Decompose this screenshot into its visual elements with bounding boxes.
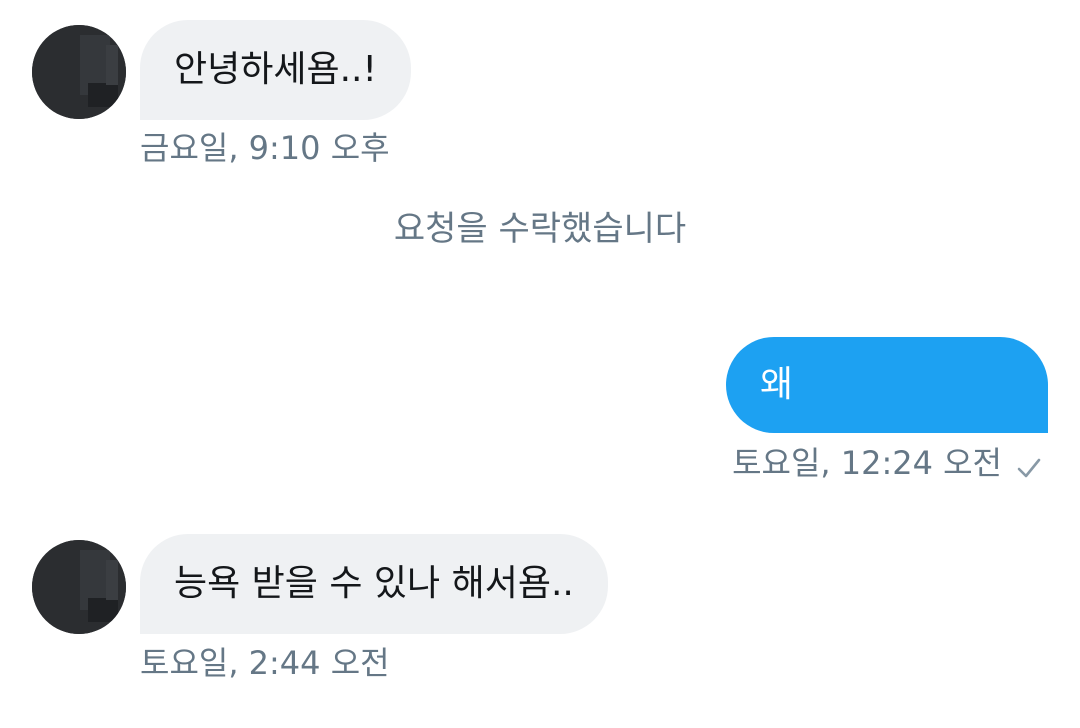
message-bubble-incoming[interactable]: 능욕 받을 수 있나 해서욤.. (140, 534, 608, 634)
message-text: 안녕하세욤..! (174, 49, 377, 90)
message-bubble-incoming[interactable]: 안녕하세욤..! (140, 20, 411, 120)
message-bubble-outgoing[interactable]: 왜 (726, 337, 1048, 433)
check-icon (1016, 450, 1042, 478)
avatar[interactable] (32, 25, 126, 119)
message-timestamp: 토요일, 12:24 오전 (732, 444, 1002, 482)
message-text: 능욕 받을 수 있나 해서욤.. (174, 563, 574, 604)
message-timestamp: 금요일, 9:10 오후 (140, 129, 390, 167)
message-meta: 토요일, 12:24 오전 (732, 443, 1042, 483)
system-message: 요청을 수락했습니다 (393, 209, 687, 249)
message-timestamp: 토요일, 2:44 오전 (140, 644, 390, 682)
avatar[interactable] (32, 540, 126, 634)
avatar-image (32, 25, 126, 119)
avatar-image (32, 540, 126, 634)
message-text: 왜 (760, 364, 794, 405)
